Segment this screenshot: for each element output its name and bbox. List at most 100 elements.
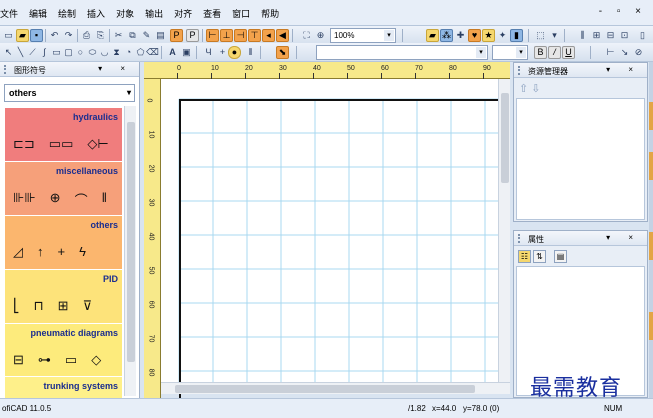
symbol-section-title[interactable]: miscellaneous xyxy=(56,166,118,176)
symbol-icon[interactable]: ⊓ xyxy=(34,298,44,314)
symbols-scrollbar[interactable] xyxy=(124,106,136,396)
symbols-icon[interactable]: ⁂ xyxy=(440,29,453,42)
symbol-icon[interactable]: ⊏⊐ xyxy=(13,136,35,152)
save-icon[interactable]: ▪ xyxy=(30,29,43,42)
symbol-icon[interactable]: ↑ xyxy=(37,244,44,260)
font-size-select[interactable]: ▾ xyxy=(492,45,528,60)
align-center-icon[interactable]: ⊥ xyxy=(220,29,233,42)
side-tab[interactable] xyxy=(649,102,653,130)
symbol-icon[interactable]: ◇ xyxy=(91,352,101,368)
region-dropdown-icon[interactable]: ▾ xyxy=(548,29,561,42)
navigation-arrows[interactable]: ⇧⇩ xyxy=(519,82,543,95)
symbol-section-title[interactable]: others xyxy=(90,220,118,230)
symbol-section-title[interactable]: trunking systems xyxy=(43,381,118,391)
italic-icon[interactable]: / xyxy=(548,46,561,59)
leader-icon[interactable]: ↘ xyxy=(618,46,631,59)
drag-grip-icon[interactable] xyxy=(4,65,10,74)
components-icon[interactable]: ✚ xyxy=(454,29,467,42)
menu-item[interactable]: 编辑 xyxy=(29,7,47,20)
arrange-icon[interactable]: ◀ xyxy=(276,29,289,42)
chevron-down-icon[interactable]: ▾ xyxy=(516,47,526,58)
categorized-icon[interactable]: ☷ xyxy=(518,250,531,263)
symbol-icon[interactable]: ▭ xyxy=(65,352,77,368)
chevron-down-icon[interactable]: ▾ xyxy=(476,47,486,58)
category-select[interactable]: others ▾ xyxy=(4,84,135,102)
distribute-icon[interactable]: ⫼ xyxy=(576,29,589,42)
paste-icon[interactable]: ▤ xyxy=(154,29,167,42)
symbol-icon[interactable]: ⊶ xyxy=(38,352,51,368)
symbol-section-title[interactable]: hydraulics xyxy=(73,112,118,122)
canvas-horizontal-scrollbar[interactable] xyxy=(161,382,510,394)
align-left-icon[interactable]: ⊢ xyxy=(206,29,219,42)
symbol-icon[interactable]: + xyxy=(58,244,66,260)
zoom-select[interactable]: 100% ▾ xyxy=(330,28,396,43)
symbol-icon[interactable]: ϟ xyxy=(79,244,86,260)
library-folder-icon[interactable]: ▰ xyxy=(426,29,439,42)
fit-page-icon[interactable]: ⛶ xyxy=(300,29,313,42)
smart-connector-icon[interactable]: ⬊ xyxy=(276,46,289,59)
symbol-icon[interactable]: ⊞ xyxy=(58,298,69,314)
side-tab[interactable] xyxy=(649,232,653,260)
format-painter-icon[interactable]: ✎ xyxy=(140,29,153,42)
scroll-thumb[interactable] xyxy=(175,385,475,393)
hatch-icon[interactable]: ⦀ xyxy=(244,46,257,59)
menu-item[interactable]: 绘制 xyxy=(58,7,76,20)
cut-icon[interactable]: ✂ xyxy=(112,29,125,42)
database-icon[interactable]: ▮ xyxy=(510,29,523,42)
property-pages-icon[interactable]: ▤ xyxy=(554,250,567,263)
text-icon[interactable]: A xyxy=(166,46,179,59)
symbol-section-title[interactable]: pneumatic diagrams xyxy=(30,328,118,338)
panel-controls[interactable]: ▾ × xyxy=(606,65,641,74)
connection-point-icon[interactable]: ● xyxy=(228,46,241,59)
symbol-section[interactable]: PID ⎣ ⊓ ⊞ ⊽ xyxy=(5,270,122,324)
chevron-down-icon[interactable]: ▾ xyxy=(127,88,131,97)
underline-icon[interactable]: U xyxy=(562,46,575,59)
down-arrow-icon[interactable]: ⇩ xyxy=(531,83,543,95)
select-region-icon[interactable]: ⬚ xyxy=(534,29,547,42)
print-icon[interactable]: ⎘ xyxy=(94,29,107,42)
symbol-icon[interactable]: ◿ xyxy=(13,244,23,260)
picture-icon[interactable]: ▣ xyxy=(180,46,193,59)
drawing-canvas[interactable] xyxy=(161,79,509,399)
symbol-section[interactable]: hydraulics ⊏⊐ ▭▭ ◇⊢ xyxy=(5,108,122,162)
menu-item[interactable]: 对齐 xyxy=(174,7,192,20)
scroll-thumb[interactable] xyxy=(127,122,135,362)
lock-icon[interactable]: ⊡ xyxy=(618,29,631,42)
ungroup-icon[interactable]: ⊟ xyxy=(604,29,617,42)
window-controls[interactable]: - ▫ × xyxy=(599,6,647,17)
copy-icon[interactable]: ⧉ xyxy=(126,29,139,42)
up-arrow-icon[interactable]: ⇧ xyxy=(519,83,531,95)
side-tab[interactable] xyxy=(649,312,653,340)
symbol-section[interactable]: pneumatic diagrams ⊟ ⊶ ▭ ◇ xyxy=(5,324,122,377)
favorites-icon[interactable]: ♥ xyxy=(468,29,481,42)
wizard-icon[interactable]: ✦ xyxy=(496,29,509,42)
side-tab[interactable] xyxy=(649,152,653,180)
drag-grip-icon[interactable] xyxy=(518,234,524,243)
no-entry-icon[interactable]: ⊘ xyxy=(632,46,645,59)
chevron-down-icon[interactable]: ▾ xyxy=(384,30,394,41)
font-name-select[interactable]: ▾ xyxy=(316,45,488,60)
menu-item[interactable]: 文件 xyxy=(0,7,18,20)
bold-icon[interactable]: B xyxy=(534,46,547,59)
menu-item[interactable]: 输出 xyxy=(145,7,163,20)
redo-icon[interactable]: ↷ xyxy=(62,29,75,42)
dimension-icon[interactable]: Ч xyxy=(202,46,215,59)
drag-grip-icon[interactable] xyxy=(518,66,524,75)
menu-item[interactable]: 查看 xyxy=(203,7,221,20)
undo-icon[interactable]: ↶ xyxy=(48,29,61,42)
panel-controls[interactable]: ▾ × xyxy=(606,233,641,242)
symbol-section-title[interactable]: PID xyxy=(103,274,118,284)
properties-icon[interactable]: ▯ xyxy=(636,29,649,42)
export-pdf-text-icon[interactable]: P xyxy=(186,29,199,42)
symbol-icon[interactable]: ‖ xyxy=(102,190,107,209)
symbol-icon[interactable]: ⊕ xyxy=(50,190,61,209)
menu-item[interactable]: 帮助 xyxy=(261,7,279,20)
group-icon[interactable]: ⊞ xyxy=(590,29,603,42)
symbol-section[interactable]: miscellaneous ⊪⊪ ⊕ ⌒ ‖ xyxy=(5,162,122,216)
symbol-section[interactable]: others ◿ ↑ + ϟ xyxy=(5,216,122,270)
tag-icon[interactable]: ★ xyxy=(482,29,495,42)
menu-item[interactable]: 窗口 xyxy=(232,7,250,20)
zoom-icon[interactable]: ⊕ xyxy=(314,29,327,42)
symbol-icon[interactable]: ◇⊢ xyxy=(87,136,108,152)
symbol-icon[interactable]: ⎣ xyxy=(13,298,20,314)
